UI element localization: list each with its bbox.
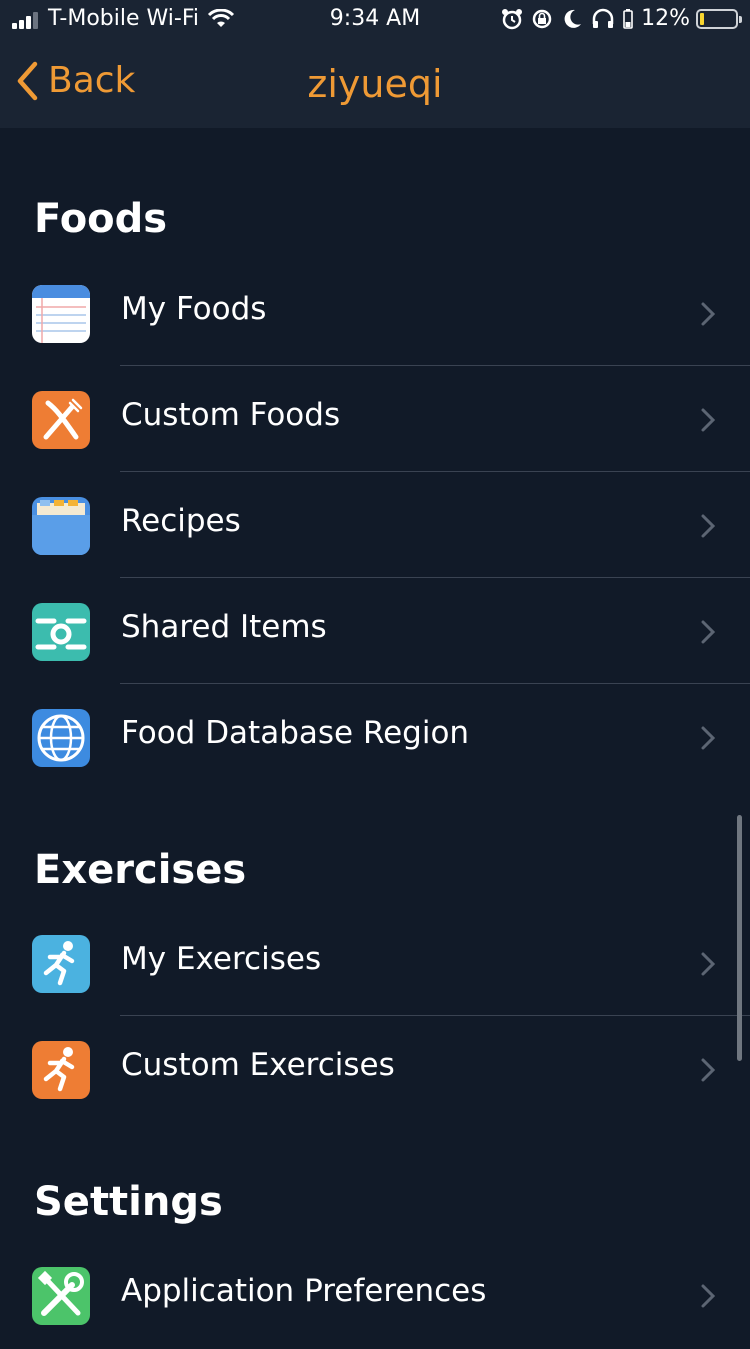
status-right: 12% [493, 6, 742, 31]
list-item-label: Food Database Region [121, 715, 470, 751]
list-item-label: My Foods [121, 291, 267, 327]
list-item-shared-items[interactable]: Shared Items [0, 579, 750, 685]
chevron-right-icon [701, 302, 716, 326]
battery-icon [696, 8, 742, 29]
rotation-lock-icon [532, 9, 552, 28]
list-item-custom-foods[interactable]: Custom Foods [0, 367, 750, 473]
list-item-recipes[interactable]: Recipes [0, 473, 750, 579]
list-item-label: Recipes [121, 503, 241, 539]
scrollbar[interactable] [737, 815, 742, 1061]
runner-icon [32, 1041, 90, 1099]
fork-knife-icon [32, 391, 90, 449]
chevron-right-icon [701, 408, 716, 432]
list-item-label: Custom Exercises [121, 1047, 395, 1083]
chevron-right-icon [701, 726, 716, 750]
notepad-icon [32, 285, 90, 343]
headphones-icon [592, 8, 614, 28]
list-item-my-exercises[interactable]: My Exercises [0, 911, 750, 1017]
page-title: ziyueqi [307, 62, 443, 106]
moon-icon [564, 9, 582, 28]
chevron-right-icon [701, 952, 716, 976]
list-item-label: Custom Foods [121, 397, 341, 433]
list-item-application-preferences[interactable]: Application Preferences [0, 1243, 750, 1349]
list-item-food-database-region[interactable]: Food Database Region [0, 685, 750, 791]
section-title-settings: Settings [34, 1179, 223, 1225]
section-title-exercises: Exercises [34, 847, 247, 893]
divider [120, 365, 750, 366]
list-item-my-foods[interactable]: My Foods [0, 261, 750, 367]
chevron-right-icon [701, 514, 716, 538]
runner-icon [32, 935, 90, 993]
wrench-screwdriver-icon [32, 1267, 90, 1325]
chevron-right-icon [701, 1058, 716, 1082]
divider [120, 471, 750, 472]
divider [120, 683, 750, 684]
globe-icon [32, 709, 90, 767]
chevron-right-icon [701, 1284, 716, 1308]
list-item-custom-exercises[interactable]: Custom Exercises [0, 1017, 750, 1123]
list-item-label: Application Preferences [121, 1273, 487, 1309]
recipe-box-icon [32, 497, 90, 555]
list-item-label: Shared Items [121, 609, 327, 645]
navigation-bar: Back ziyueqi [0, 40, 750, 128]
battery-small-icon [623, 8, 633, 29]
share-icon [32, 603, 90, 661]
alarm-icon [502, 8, 523, 29]
battery-percent: 12% [641, 6, 690, 31]
status-bar: T-Mobile Wi-Fi 9:34 AM 12% [0, 0, 750, 40]
chevron-right-icon [701, 620, 716, 644]
divider [120, 1015, 750, 1016]
list-item-label: My Exercises [121, 941, 322, 977]
section-title-foods: Foods [34, 196, 168, 242]
divider [120, 577, 750, 578]
